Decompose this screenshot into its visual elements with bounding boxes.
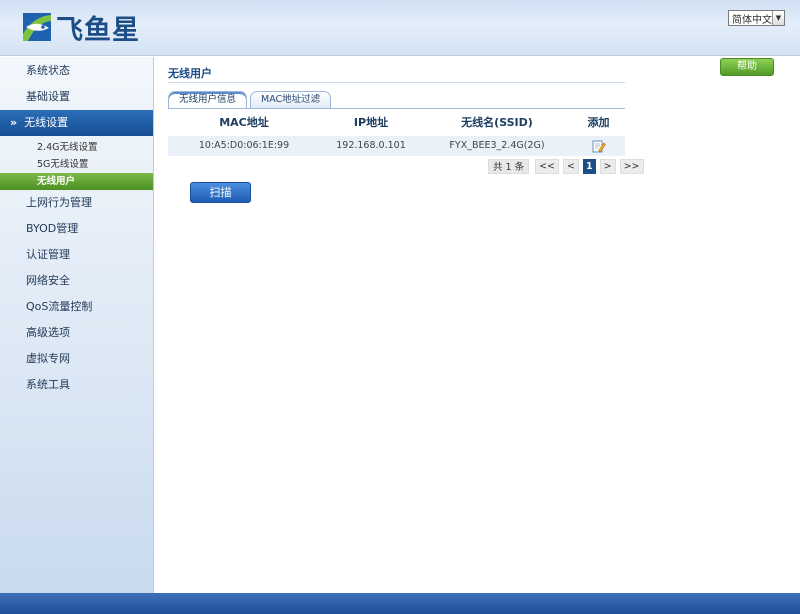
pagination: 共 1 条 << < 1 > >>: [488, 158, 648, 174]
logo-text: 飞鱼星: [56, 14, 140, 46]
fish-logo-icon: [23, 13, 51, 41]
sidebar-item-advanced[interactable]: 高级选项: [0, 320, 153, 346]
pagination-prev-button[interactable]: <: [563, 158, 579, 174]
logo: 飞鱼星: [22, 9, 140, 46]
column-header-mac: MAC地址: [219, 116, 269, 129]
sidebar-item-label: 无线设置: [24, 116, 69, 129]
main-content: 无线用户 帮助 无线用户信息 MAC地址过滤 MAC地址 IP地址 无线名(SS…: [155, 57, 800, 593]
pagination-total: 共 1 条: [488, 158, 530, 174]
language-value: 简体中文: [732, 14, 772, 26]
column-header-ssid: 无线名(SSID): [461, 116, 533, 129]
sidebar-item-internet-behavior[interactable]: 上网行为管理: [0, 190, 153, 216]
cell-add: [572, 136, 625, 156]
title-divider: [168, 82, 625, 83]
help-button[interactable]: 帮助: [720, 58, 774, 76]
column-header-add: 添加: [587, 116, 610, 129]
edit-icon[interactable]: [592, 139, 606, 153]
sidebar-subitem-wireless-users[interactable]: 无线用户: [0, 173, 153, 190]
pagination-current-page[interactable]: 1: [582, 158, 596, 174]
page-title: 无线用户: [168, 67, 212, 80]
table-header: MAC地址 IP地址 无线名(SSID) 添加: [168, 112, 625, 134]
wireless-users-table: MAC地址 IP地址 无线名(SSID) 添加 10:A5:D0:06:1E:9…: [168, 112, 625, 156]
tab-divider: [168, 108, 625, 109]
sidebar-subitem-24g-wireless[interactable]: 2.4G无线设置: [0, 139, 153, 156]
column-header-ip: IP地址: [353, 116, 389, 129]
sidebar-item-network-security[interactable]: 网络安全: [0, 268, 153, 294]
sidebar-subitem-5g-wireless[interactable]: 5G无线设置: [0, 156, 153, 173]
double-chevron-down-icon: »: [10, 116, 18, 129]
pagination-next-button[interactable]: >: [599, 158, 616, 174]
sidebar-item-vpn[interactable]: 虚拟专网: [0, 346, 153, 372]
cell-ssid: FYX_BEE3_2.4G(2G): [449, 140, 545, 151]
cell-ip: 192.168.0.101: [336, 140, 406, 151]
tab-mac-filter[interactable]: MAC地址过滤: [250, 91, 332, 108]
sidebar-item-system-status[interactable]: 系统状态: [0, 58, 153, 84]
tab-bar: 无线用户信息 MAC地址过滤: [168, 91, 334, 108]
pagination-last-button[interactable]: >>: [619, 158, 644, 174]
sidebar-item-qos[interactable]: QoS流量控制: [0, 294, 153, 320]
sidebar-item-byod[interactable]: BYOD管理: [0, 216, 153, 242]
header: 飞鱼星 简体中文 ▼: [0, 0, 800, 56]
tab-wireless-user-info[interactable]: 无线用户信息: [168, 91, 248, 108]
sidebar: 系统状态 基础设置 » 无线设置 2.4G无线设置 5G无线设置 无线用户 上网…: [0, 57, 154, 593]
footer: [0, 593, 800, 614]
language-select[interactable]: 简体中文 ▼: [728, 10, 785, 26]
cell-mac: 10:A5:D0:06:1E:99: [198, 140, 290, 151]
sidebar-item-basic-settings[interactable]: 基础设置: [0, 84, 153, 110]
sidebar-item-system-tools[interactable]: 系统工具: [0, 372, 153, 398]
sidebar-item-authentication[interactable]: 认证管理: [0, 242, 153, 268]
sidebar-item-wireless-settings[interactable]: » 无线设置: [0, 110, 153, 136]
scan-button[interactable]: 扫描: [190, 182, 251, 203]
chevron-down-icon: ▼: [772, 11, 784, 25]
pagination-first-button[interactable]: <<: [535, 158, 560, 174]
table-row: 10:A5:D0:06:1E:99 192.168.0.101 FYX_BEE3…: [168, 136, 625, 156]
